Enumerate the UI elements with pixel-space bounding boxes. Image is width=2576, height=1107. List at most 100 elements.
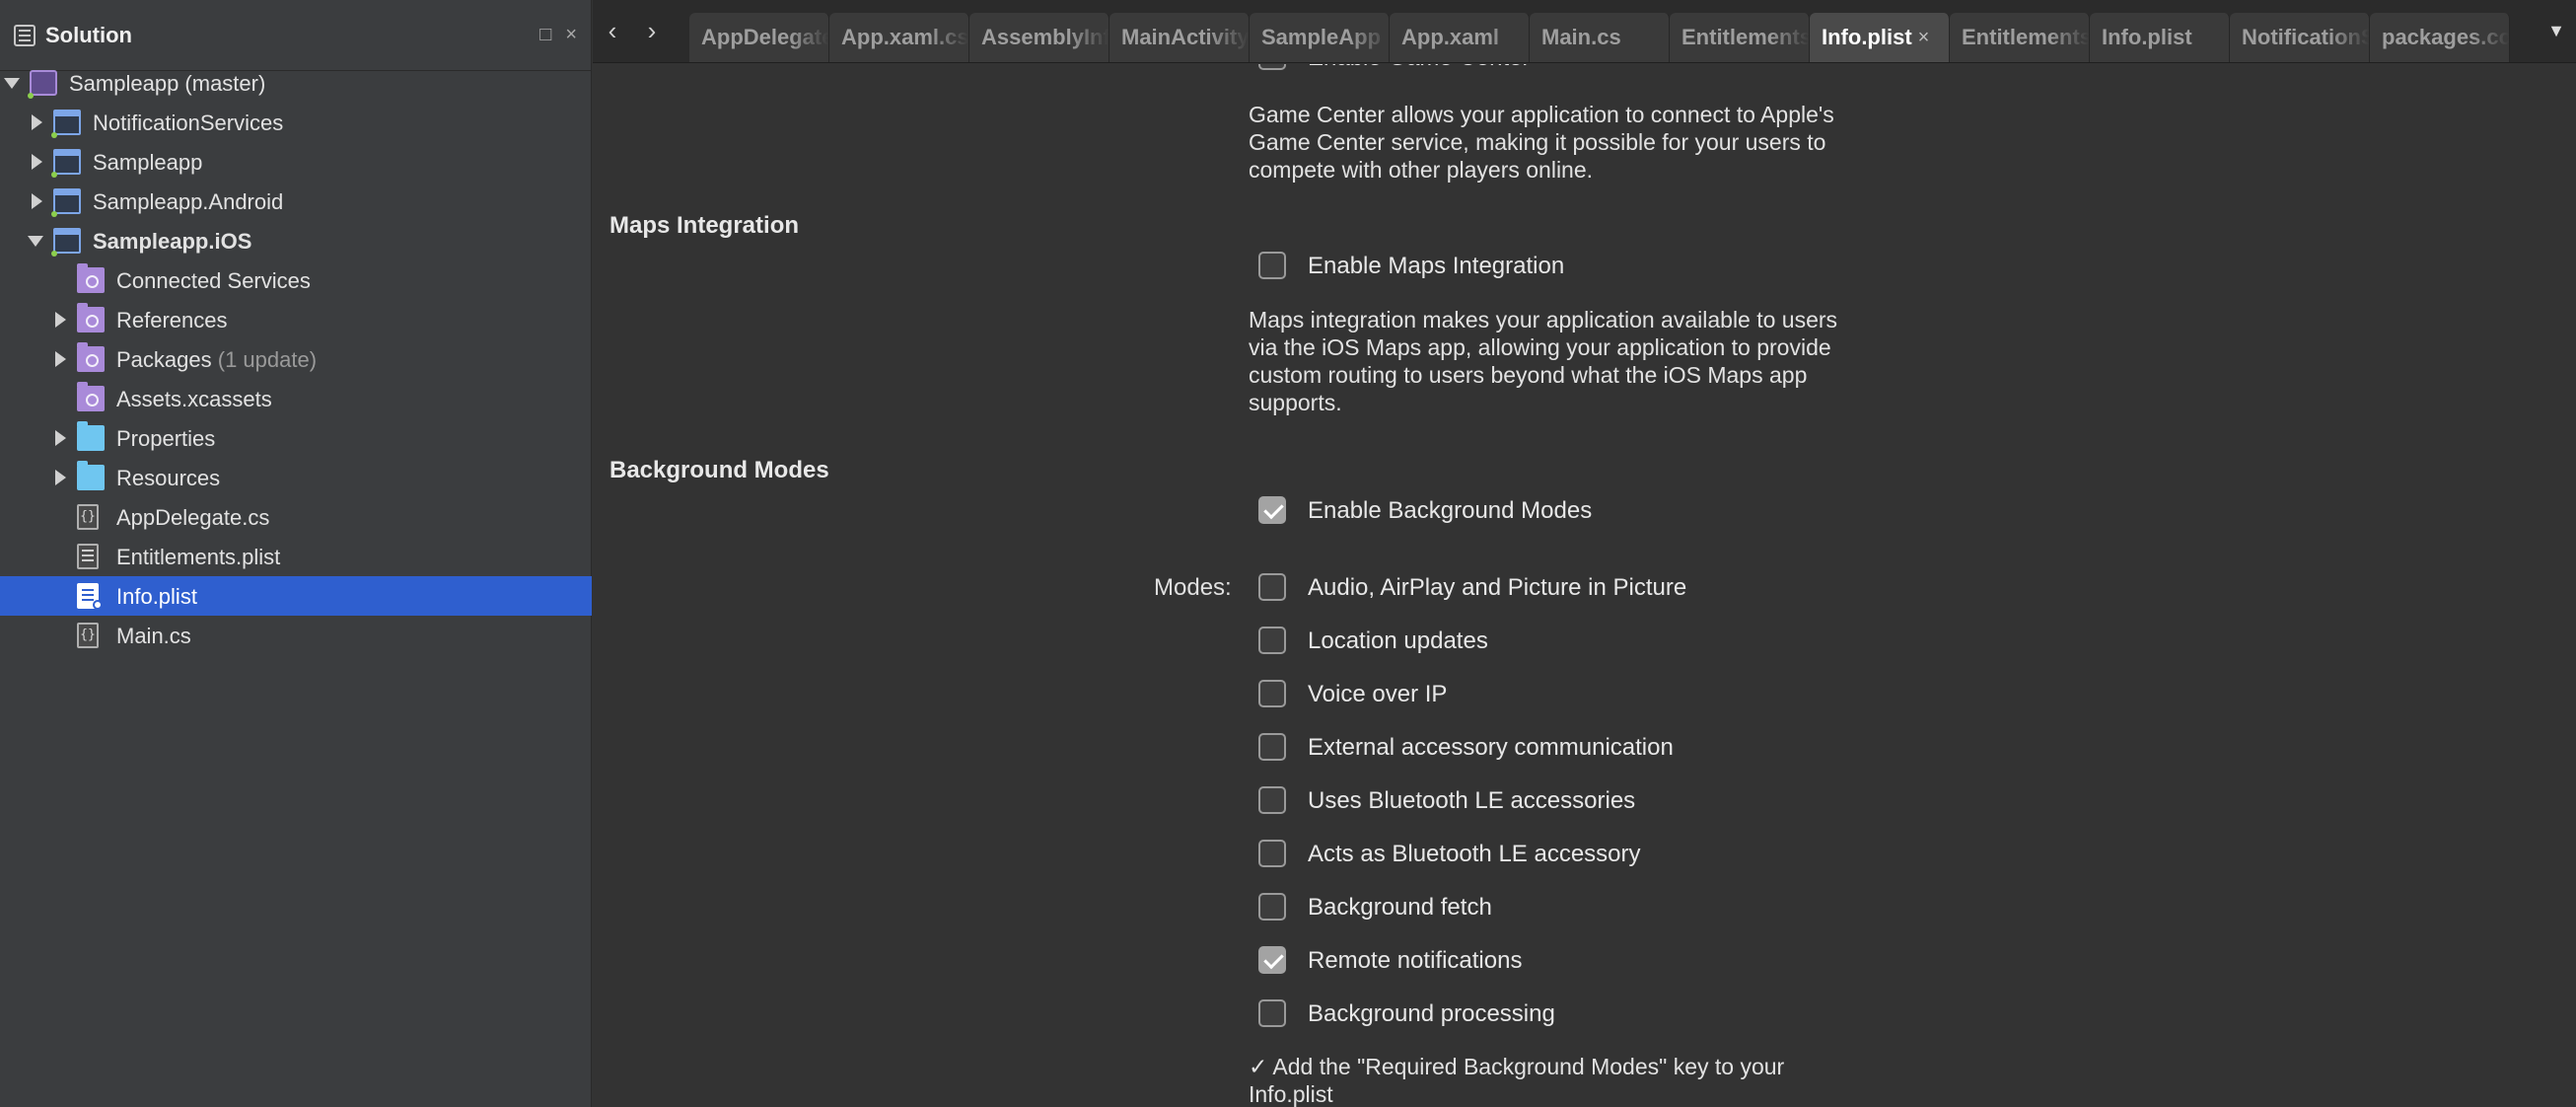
disclosure-expanded-icon[interactable]: [4, 78, 20, 89]
document-tab[interactable]: App.xaml.cs: [829, 13, 969, 62]
tree-item[interactable]: Sampleapp.Android: [0, 182, 592, 221]
disclosure-expanded-icon[interactable]: [28, 236, 43, 247]
tree-item[interactable]: Packages (1 update): [0, 339, 592, 379]
document-tab[interactable]: AppDelegate.cs: [689, 13, 829, 62]
tree-item-label: Sampleapp.iOS: [93, 229, 251, 255]
tree-item[interactable]: Sampleapp.iOS: [0, 221, 592, 260]
tree-item-text: Assets.xcassets: [116, 387, 272, 411]
disclosure-collapsed-icon[interactable]: [55, 430, 66, 446]
connected-services-folder-icon: [77, 263, 105, 293]
maps-integration-label: Enable Maps Integration: [1308, 253, 1565, 279]
close-tab-icon[interactable]: ×: [1918, 27, 1930, 49]
document-tab[interactable]: MainActivity.cs: [1109, 13, 1250, 62]
tree-item[interactable]: Assets.xcassets: [0, 379, 592, 418]
document-tab[interactable]: NotificationServices: [2230, 13, 2370, 62]
tree-item[interactable]: {} AppDelegate.cs: [0, 497, 592, 537]
background-mode-checkbox[interactable]: [1258, 840, 1286, 867]
tree-item-label: Packages (1 update): [116, 347, 317, 373]
solution-icon: [28, 70, 57, 99]
background-mode-checkbox[interactable]: [1258, 733, 1286, 761]
background-mode-checkbox[interactable]: [1258, 893, 1286, 921]
background-mode-checkbox[interactable]: [1258, 999, 1286, 1027]
background-mode-checkbox[interactable]: [1258, 680, 1286, 707]
tree-item-label: Sampleapp: [93, 150, 202, 176]
background-mode-label: Acts as Bluetooth LE accessory: [1308, 841, 1641, 867]
back-nav-button[interactable]: ‹: [593, 0, 632, 62]
disclosure-collapsed-icon[interactable]: [55, 351, 66, 367]
forward-nav-button[interactable]: ›: [632, 0, 672, 62]
tree-item[interactable]: Properties: [0, 418, 592, 458]
tree-item[interactable]: References: [0, 300, 592, 339]
tree-item[interactable]: Sampleapp (master): [0, 63, 592, 103]
tab-label: App.xaml: [1401, 25, 1500, 49]
tab-overflow-button[interactable]: ▼: [2537, 0, 2576, 62]
tree-item-label: Properties: [116, 426, 215, 452]
tree-item-label: References: [116, 308, 228, 333]
disclosure-collapsed-icon[interactable]: [32, 154, 42, 170]
tab-fade: [2469, 13, 2509, 62]
tree-item-label: Entitlements.plist: [116, 545, 280, 570]
references-folder-icon: [77, 303, 105, 332]
tab-fade: [1769, 13, 1809, 62]
tree-item[interactable]: Sampleapp: [0, 142, 592, 182]
game-center-description: Game Center allows your application to c…: [1249, 101, 1939, 184]
background-mode-checkbox[interactable]: [1258, 627, 1286, 654]
pad-maximize-button[interactable]: □: [539, 24, 551, 46]
tab-fade: [1069, 13, 1109, 62]
background-mode-checkbox[interactable]: [1258, 786, 1286, 814]
document-tab[interactable]: Info.plist: [2090, 13, 2230, 62]
solution-pad-title: Solution: [45, 22, 132, 47]
document-tab[interactable]: Entitlements.plist: [1950, 13, 2090, 62]
tree-item-text: Packages: [116, 347, 212, 372]
document-tab[interactable]: Entitlements.plist: [1670, 13, 1810, 62]
tree-item-text: AppDelegate.cs: [116, 505, 270, 530]
tree-item-label: NotificationServices: [93, 111, 283, 136]
description-line: Maps integration makes your application …: [1249, 307, 1838, 332]
document-tab[interactable]: Main.cs: [1530, 13, 1670, 62]
modified-dot-icon: [93, 600, 103, 610]
document-tab[interactable]: packages.config: [2370, 13, 2510, 62]
enable-background-modes-label: Enable Background Modes: [1308, 497, 1593, 524]
description-line: supports.: [1249, 390, 1342, 415]
tree-item-text: Properties: [116, 426, 216, 451]
disclosure-collapsed-icon[interactable]: [32, 193, 42, 209]
tree-item[interactable]: NotificationServices: [0, 103, 592, 142]
document-tab[interactable]: App.xaml: [1390, 13, 1530, 62]
tab-fade: [1629, 13, 1669, 62]
tree-item[interactable]: Entitlements.plist: [0, 537, 592, 576]
description-line: Game Center service, making it possible …: [1249, 129, 1826, 155]
assets-folder-icon: [77, 382, 105, 411]
chevron-down-icon: ▼: [2547, 20, 2565, 40]
csharp-file-icon: {}: [77, 504, 99, 530]
tree-item[interactable]: {} Main.cs: [0, 616, 592, 655]
disclosure-collapsed-icon[interactable]: [55, 470, 66, 485]
background-mode-label: Uses Bluetooth LE accessories: [1308, 787, 1636, 814]
disclosure-collapsed-icon[interactable]: [55, 312, 66, 328]
disclosure-collapsed-icon[interactable]: [32, 114, 42, 130]
csharp-file-icon: {}: [77, 623, 99, 648]
tree-item[interactable]: Connected Services: [0, 260, 592, 300]
plist-file-icon: [77, 544, 99, 569]
background-mode-label: External accessory communication: [1308, 734, 1674, 761]
tree-item[interactable]: Resources: [0, 458, 592, 497]
document-tab[interactable]: SampleApp: [1250, 13, 1390, 62]
project-icon: [51, 188, 81, 217]
document-tab[interactable]: Info.plist ×: [1810, 13, 1950, 62]
tree-item-text: Sampleapp: [93, 150, 203, 175]
tree-item-label: Main.cs: [116, 624, 191, 649]
tree-item-text: Sampleapp.Android: [93, 189, 284, 214]
background-mode-checkbox[interactable]: [1258, 946, 1286, 974]
tab-fade: [1489, 13, 1529, 62]
tree-item[interactable]: Info.plist: [0, 576, 592, 616]
document-tabs: AppDelegate.csApp.xaml.csAssemblyInfo.cs…: [689, 0, 2510, 62]
background-mode-checkbox[interactable]: [1258, 573, 1286, 601]
enable-background-modes-checkbox[interactable]: [1258, 496, 1286, 524]
tree-item-label: Connected Services: [116, 268, 311, 294]
maps-integration-checkbox[interactable]: [1258, 252, 1286, 279]
game-center-checkbox[interactable]: [1258, 64, 1286, 70]
document-tab[interactable]: AssemblyInfo.cs: [969, 13, 1109, 62]
project-icon: [51, 228, 81, 257]
tab-fade: [789, 13, 828, 62]
pad-close-button[interactable]: ×: [565, 24, 577, 46]
note-line: Info.plist: [1249, 1081, 1333, 1107]
